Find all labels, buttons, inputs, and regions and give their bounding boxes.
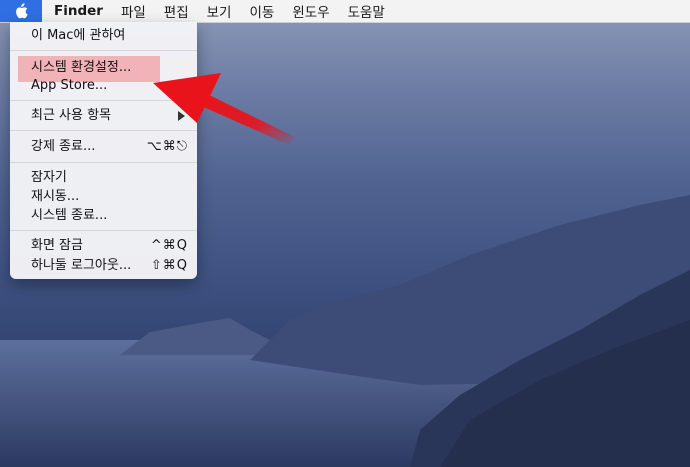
menu-item-label: 시스템 환경설정... — [31, 60, 132, 75]
menu-item-label: 잠자기 — [31, 170, 67, 185]
menu-item-sleep[interactable]: 잠자기 — [10, 168, 197, 187]
menu-item-label: 하나둘 로그아웃... — [31, 258, 132, 273]
menu-separator — [10, 162, 197, 163]
menubar-edit[interactable]: 편집 — [155, 1, 198, 21]
menu-bar: Finder 파일 편집 보기 이동 윈도우 도움말 — [0, 0, 690, 23]
menu-item-label: App Store... — [31, 78, 108, 93]
menu-item-label: 최근 사용 항목 — [31, 108, 112, 123]
menubar-view[interactable]: 보기 — [198, 1, 241, 21]
annotation-arrow-icon — [153, 73, 295, 145]
menu-item-logout[interactable]: 하나둘 로그아웃... ⇧⌘Q — [10, 256, 197, 275]
menu-item-label: 시스템 종료... — [31, 208, 108, 223]
menu-item-label: 강제 종료... — [31, 139, 96, 154]
menu-item-lock-screen[interactable]: 화면 잠금 ^⌘Q — [10, 236, 197, 255]
apple-menu-dropdown: 이 Mac에 관하여 시스템 환경설정... App Store... 최근 사… — [10, 22, 197, 279]
shortcut-label: ^⌘Q — [150, 238, 188, 253]
menu-item-restart[interactable]: 재시동... — [10, 187, 197, 206]
menu-item-label: 재시동... — [31, 189, 80, 204]
menubar-help[interactable]: 도움말 — [339, 1, 394, 21]
menu-item-shutdown[interactable]: 시스템 종료... — [10, 206, 197, 225]
apple-icon — [16, 3, 28, 19]
menu-item-label: 이 Mac에 관하여 — [31, 28, 126, 43]
apple-menu-button[interactable] — [0, 0, 42, 22]
menu-item-about[interactable]: 이 Mac에 관하여 — [10, 26, 197, 45]
menu-separator — [10, 50, 197, 51]
menubar-finder[interactable]: Finder — [42, 3, 112, 19]
shortcut-label: ⇧⌘Q — [150, 258, 188, 273]
menubar-go[interactable]: 이동 — [240, 1, 283, 21]
menu-separator — [10, 230, 197, 231]
menubar-window[interactable]: 윈도우 — [283, 1, 338, 21]
menu-item-label: 화면 잠금 — [31, 238, 83, 253]
menubar-file[interactable]: 파일 — [112, 1, 155, 21]
